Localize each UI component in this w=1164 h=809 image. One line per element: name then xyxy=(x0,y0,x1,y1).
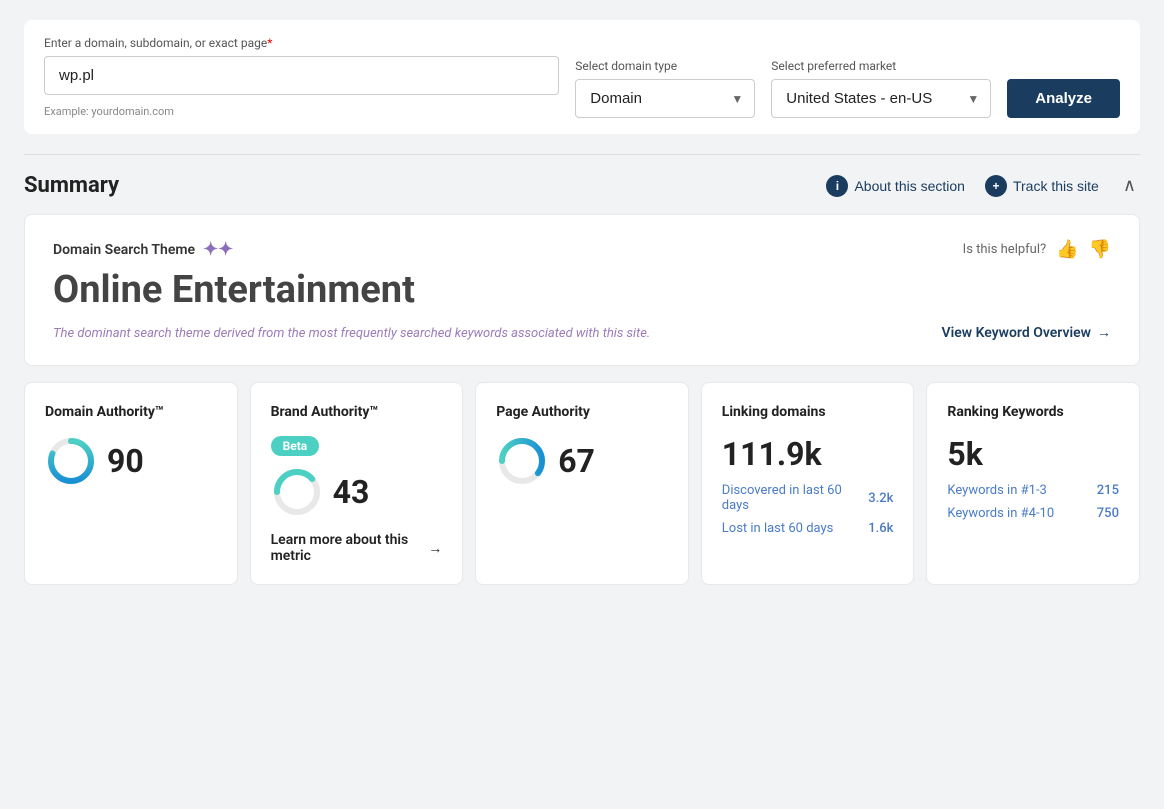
linking-domains-title: Linking domains xyxy=(722,403,894,421)
summary-title: Summary xyxy=(24,173,119,198)
domain-authority-card: Domain Authority™ 90 xyxy=(24,382,238,585)
theme-card: Domain Search Theme ✦✦ Is this helpful? … xyxy=(24,214,1140,366)
view-keyword-label: View Keyword Overview xyxy=(942,325,1092,341)
market-label: Select preferred market xyxy=(771,59,991,73)
domain-example: Example: yourdomain.com xyxy=(44,105,559,118)
market-select-wrapper: United States - en-US United Kingdom - e… xyxy=(771,79,991,118)
theme-footer: The dominant search theme derived from t… xyxy=(53,324,1111,341)
page-authority-value-row: 67 xyxy=(496,435,668,487)
view-keyword-arrow-icon: → xyxy=(1097,324,1111,341)
kw1-label: Keywords in #1-3 xyxy=(947,483,1046,498)
beta-badge: Beta xyxy=(271,436,320,456)
learn-more-arrow-icon: → xyxy=(428,540,442,557)
domain-authority-value: 90 xyxy=(107,442,144,480)
collapse-button[interactable]: ∧ xyxy=(1119,175,1140,196)
domain-input[interactable] xyxy=(44,56,559,95)
linking-domains-value: 111.9k xyxy=(722,435,894,473)
ranking-kw2-row: Keywords in #4-10 750 xyxy=(947,506,1119,521)
domain-input-group: Enter a domain, subdomain, or exact page… xyxy=(44,36,559,118)
brand-authority-value: 43 xyxy=(333,473,370,511)
page-authority-title: Page Authority xyxy=(496,403,668,421)
domain-authority-title: Domain Authority™ xyxy=(45,403,217,421)
theme-description: The dominant search theme derived from t… xyxy=(53,326,650,341)
learn-more-text: Learn more about this metric xyxy=(271,532,423,564)
theme-label: Domain Search Theme ✦✦ xyxy=(53,239,233,260)
brand-authority-circle xyxy=(271,466,323,518)
kw2-label: Keywords in #4-10 xyxy=(947,506,1054,521)
domain-authority-value-row: 90 xyxy=(45,435,217,487)
section-divider xyxy=(24,154,1140,155)
theme-label-text: Domain Search Theme xyxy=(53,242,195,258)
ranking-keywords-value: 5k xyxy=(947,435,1119,473)
domain-authority-circle xyxy=(45,435,97,487)
about-section-button[interactable]: i About this section xyxy=(826,175,965,197)
helpful-text: Is this helpful? xyxy=(963,242,1046,257)
track-site-label: Track this site xyxy=(1013,178,1099,194)
brand-authority-card: Brand Authority™ Beta xyxy=(250,382,464,585)
info-icon: i xyxy=(826,175,848,197)
domain-type-label: Select domain type xyxy=(575,59,755,73)
discovered-label: Discovered in last 60 days xyxy=(722,483,868,513)
domain-label: Enter a domain, subdomain, or exact page… xyxy=(44,36,559,50)
domain-type-select[interactable]: Domain Subdomain Exact Page xyxy=(575,79,755,118)
ranking-keywords-card: Ranking Keywords 5k Keywords in #1-3 215… xyxy=(926,382,1140,585)
search-section: Enter a domain, subdomain, or exact page… xyxy=(24,20,1140,134)
ranking-keywords-title: Ranking Keywords xyxy=(947,403,1119,421)
brand-authority-beta: Beta xyxy=(271,435,443,466)
linking-domains-discovered-row: Discovered in last 60 days 3.2k xyxy=(722,483,894,513)
track-site-button[interactable]: + Track this site xyxy=(985,175,1099,197)
summary-actions: i About this section + Track this site ∧ xyxy=(826,175,1140,197)
metrics-row: Domain Authority™ 90 xyxy=(24,382,1140,585)
kw1-value[interactable]: 215 xyxy=(1097,483,1119,498)
helpful-area: Is this helpful? 👍 👎 xyxy=(963,239,1111,260)
learn-more-link[interactable]: Learn more about this metric → xyxy=(271,532,443,564)
theme-title: Online Entertainment xyxy=(53,268,1111,312)
market-select[interactable]: United States - en-US United Kingdom - e… xyxy=(771,79,991,118)
page-authority-circle xyxy=(496,435,548,487)
theme-card-header: Domain Search Theme ✦✦ Is this helpful? … xyxy=(53,239,1111,260)
page-authority-card: Page Authority 67 xyxy=(475,382,689,585)
brand-authority-value-row: 43 xyxy=(271,466,443,518)
linking-domains-card: Linking domains 111.9k Discovered in las… xyxy=(701,382,915,585)
thumbdown-button[interactable]: 👎 xyxy=(1089,239,1111,260)
page-authority-value: 67 xyxy=(558,442,595,480)
market-group: Select preferred market United States - … xyxy=(771,59,991,118)
thumbup-button[interactable]: 👍 xyxy=(1056,239,1078,260)
plus-icon: + xyxy=(985,175,1007,197)
analyze-button[interactable]: Analyze xyxy=(1007,79,1120,118)
sparkle-icon: ✦✦ xyxy=(203,239,233,260)
linking-domains-lost-row: Lost in last 60 days 1.6k xyxy=(722,521,894,536)
discovered-value[interactable]: 3.2k xyxy=(868,491,893,506)
ranking-kw1-row: Keywords in #1-3 215 xyxy=(947,483,1119,498)
summary-header: Summary i About this section + Track thi… xyxy=(24,173,1140,198)
lost-value[interactable]: 1.6k xyxy=(868,521,893,536)
about-section-label: About this section xyxy=(854,178,965,194)
view-keyword-link[interactable]: View Keyword Overview → xyxy=(942,324,1112,341)
domain-type-group: Select domain type Domain Subdomain Exac… xyxy=(575,59,755,118)
brand-authority-title: Brand Authority™ xyxy=(271,403,443,421)
lost-label: Lost in last 60 days xyxy=(722,521,834,536)
kw2-value[interactable]: 750 xyxy=(1097,506,1119,521)
domain-type-select-wrapper: Domain Subdomain Exact Page ▼ xyxy=(575,79,755,118)
